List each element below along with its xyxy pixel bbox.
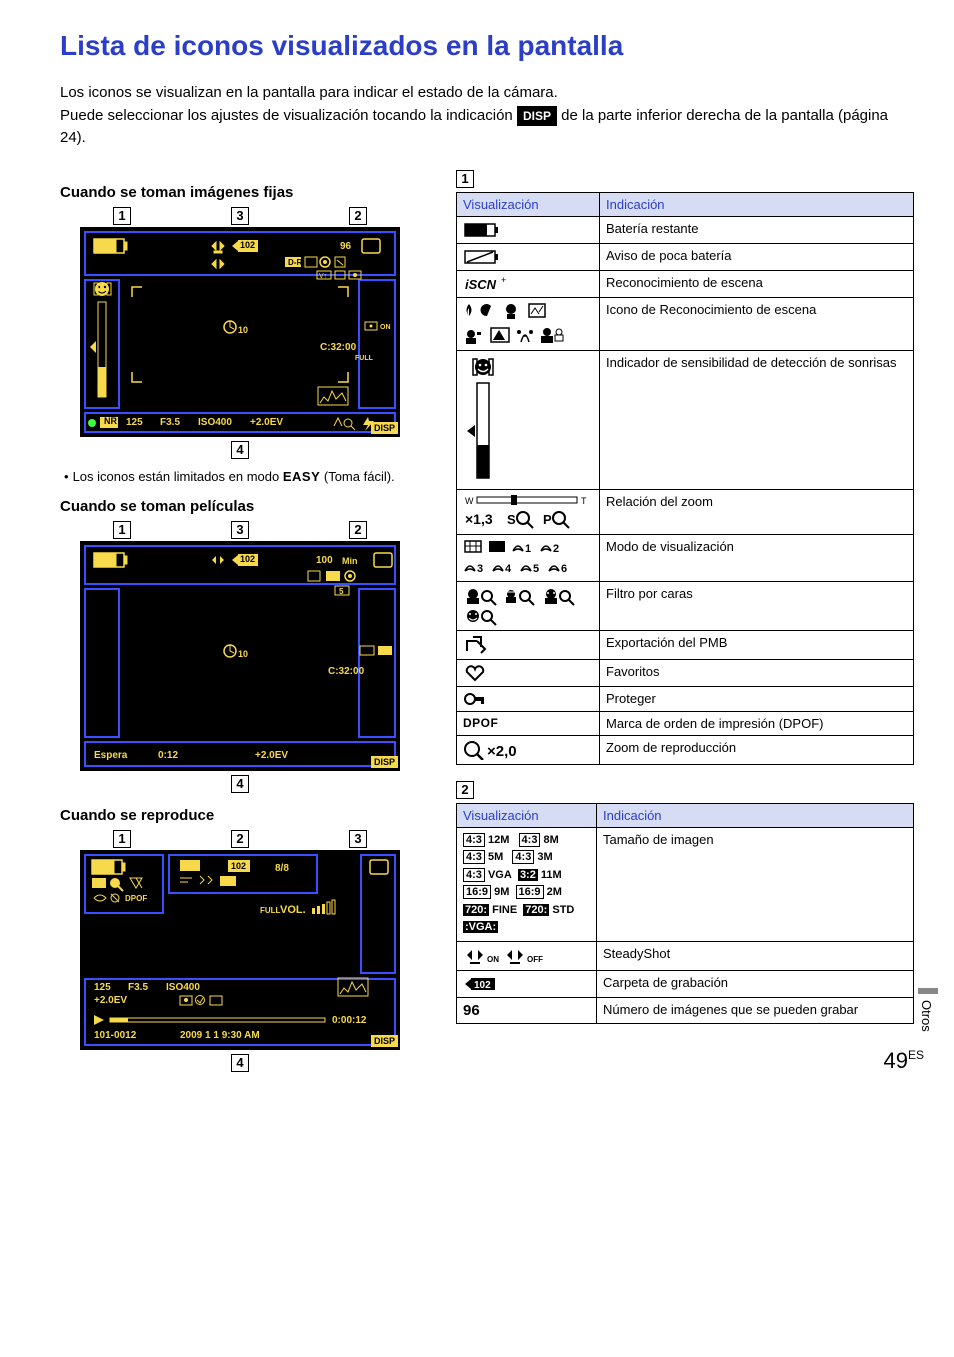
callout-row-movie: 1 3 2 <box>60 521 420 539</box>
svg-text:5: 5 <box>533 563 539 575</box>
svg-text:T: T <box>581 496 587 506</box>
image-size-icon: 4:3 12M 4:3 8M 4:3 5M 4:3 3M 4:3 VGA 3:2… <box>457 827 597 942</box>
svg-text:4: 4 <box>505 563 512 575</box>
callout-1: 1 <box>113 207 131 225</box>
svg-text:×1,3: ×1,3 <box>465 511 493 527</box>
lcd-fixed: V↑ <box>80 227 400 437</box>
section-label-2: 2 <box>456 781 474 799</box>
page-number: 49ES <box>884 1048 925 1074</box>
zoom-ratio-icon: W T ×1,3 S P <box>457 489 600 534</box>
battery-icon <box>457 216 600 243</box>
disp-badge: DISP <box>517 106 557 126</box>
favorites-icon <box>457 659 600 686</box>
svg-text:102: 102 <box>474 980 491 991</box>
low-battery-icon <box>457 243 600 270</box>
svg-text:2: 2 <box>553 543 559 555</box>
side-tab: Otros <box>919 1000 934 1032</box>
svg-text:S: S <box>507 512 516 527</box>
protect-icon <box>457 686 600 711</box>
callout-2: 2 <box>349 207 367 225</box>
dpof-icon: DPOF <box>457 711 600 735</box>
callout-3: 3 <box>231 207 249 225</box>
heading-play: Cuando se reproduce <box>60 807 420 824</box>
svg-text:ON: ON <box>487 955 499 964</box>
icon-table-2: VisualizaciónIndicación 4:3 12M 4:3 8M 4… <box>456 803 914 1025</box>
smile-indicator-icon <box>457 350 600 489</box>
heading-fixed: Cuando se toman imágenes fijas <box>60 184 420 201</box>
svg-text:OFF: OFF <box>527 955 543 964</box>
scene-recognition-icon: iSCN + <box>457 270 600 297</box>
svg-text:P: P <box>543 512 552 527</box>
callout-4: 4 <box>231 441 249 459</box>
scene-icons <box>457 297 600 350</box>
view-mode-icon: 1 2 3 4 5 6 <box>457 534 600 581</box>
svg-text:6: 6 <box>561 563 567 575</box>
heading-movies: Cuando se toman películas <box>60 498 420 515</box>
pmb-export-icon <box>457 630 600 659</box>
svg-text:3: 3 <box>477 563 483 575</box>
svg-text:iSCN: iSCN <box>465 277 497 292</box>
intro-text: Los iconos se visualizan en la pantalla … <box>60 82 914 150</box>
svg-text:W: W <box>465 496 474 506</box>
svg-text:V↑: V↑ <box>319 273 327 280</box>
remaining-count-icon: 96 <box>457 998 597 1024</box>
lcd-movie: 102 100 Min 5 10 C:32:00 Espera 0:12 +2.… <box>80 541 400 771</box>
svg-text:1: 1 <box>525 543 531 555</box>
callout-row-top: 1 3 2 <box>60 207 420 225</box>
svg-text:×2,0: ×2,0 <box>487 743 517 760</box>
icon-table-1: VisualizaciónIndicación Batería restante… <box>456 192 914 765</box>
callout-row-play: 1 2 3 <box>60 830 420 848</box>
play-zoom-icon: ×2,0 <box>457 735 600 764</box>
rec-folder-icon: 102 <box>457 971 597 998</box>
steadyshot-icon: ON OFF <box>457 942 597 971</box>
face-filter-icon <box>457 581 600 630</box>
lcd-play: 102 8/8 DPOF FULL VOL. 125 F3.5 ISO400 +… <box>80 850 400 1050</box>
note-easy: • Los iconos están limitados en modo EAS… <box>60 469 420 484</box>
page-title: Lista de iconos visualizados en la panta… <box>60 30 914 62</box>
section-label-1: 1 <box>456 170 474 188</box>
svg-text:+: + <box>501 275 506 285</box>
